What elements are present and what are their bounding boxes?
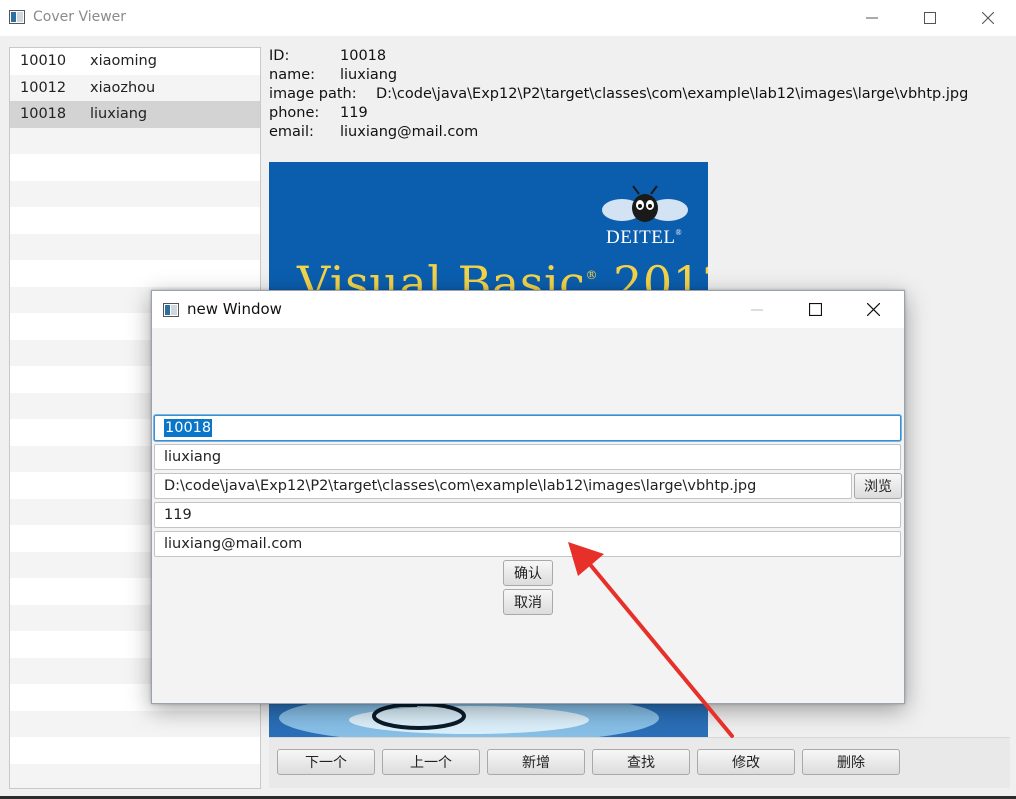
dialog-maximize-button[interactable] xyxy=(786,291,844,328)
list-item-name: liuxiang xyxy=(90,106,148,122)
list-item-id: 10010 xyxy=(20,53,67,69)
list-item-name: xiaoming xyxy=(90,53,157,69)
browse-button[interactable]: 浏览 xyxy=(854,473,902,499)
action-toolbar: 下一个 上一个 新增 查找 修改 删除 xyxy=(269,737,1010,788)
minimize-button[interactable] xyxy=(843,0,901,36)
minimize-icon xyxy=(751,309,763,310)
close-button[interactable] xyxy=(959,0,1016,36)
email-input[interactable]: liuxiang@mail.com xyxy=(154,531,901,557)
list-empty-row xyxy=(10,763,260,788)
detail-phone-value: 119 xyxy=(340,105,368,121)
list-item-id: 10012 xyxy=(20,79,67,96)
phone-input[interactable]: 119 xyxy=(154,502,901,528)
image-path-input[interactable]: D:\code\java\Exp12\P2\target\classes\com… xyxy=(154,473,852,499)
dialog-app-icon xyxy=(163,303,179,317)
list-empty-row xyxy=(10,737,260,764)
minimize-icon xyxy=(866,17,878,19)
detail-name-label: name: xyxy=(269,67,316,83)
detail-path: image path: D:\code\java\Exp12\P2\target… xyxy=(269,85,1009,104)
list-item[interactable]: 10010 xiaoming xyxy=(10,48,260,75)
close-icon xyxy=(866,303,880,316)
list-item[interactable]: 10012 xiaozhou xyxy=(10,74,260,101)
list-empty-row xyxy=(10,127,260,154)
next-button[interactable]: 下一个 xyxy=(277,749,375,775)
add-button[interactable]: 新增 xyxy=(487,749,585,775)
detail-phone: phone: 119 xyxy=(269,104,569,123)
list-item-id: 10018 xyxy=(20,106,67,122)
edit-button[interactable]: 修改 xyxy=(697,749,795,775)
dialog-close-button[interactable] xyxy=(844,291,902,328)
detail-id-label: ID: xyxy=(269,48,290,64)
list-empty-row xyxy=(10,710,260,737)
list-item-name: xiaozhou xyxy=(90,79,156,96)
detail-phone-label: phone: xyxy=(269,105,320,121)
list-empty-row xyxy=(10,260,260,287)
id-input[interactable]: 10018 xyxy=(154,415,901,441)
window-title: Cover Viewer xyxy=(33,9,127,25)
confirm-button[interactable]: 确认 xyxy=(503,560,553,586)
annotation-arrow xyxy=(568,542,734,738)
list-empty-row xyxy=(10,180,260,207)
id-input-value: 10018 xyxy=(164,419,213,437)
edit-dialog: new Window 10018 liuxiang D:\code\java\E… xyxy=(151,290,905,704)
publisher-text: DEITEL® xyxy=(606,227,683,248)
detail-email-value: liuxiang@mail.com xyxy=(340,124,479,140)
detail-name-value: liuxiang xyxy=(340,67,398,83)
name-input[interactable]: liuxiang xyxy=(154,444,901,470)
dialog-title: new Window xyxy=(187,300,282,318)
list-empty-row xyxy=(10,233,260,260)
detail-path-value: D:\code\java\Exp12\P2\target\classes\com… xyxy=(376,86,969,102)
maximize-button[interactable] xyxy=(901,0,959,36)
detail-email: email: liuxiang@mail.com xyxy=(269,123,569,142)
dialog-minimize-button[interactable] xyxy=(728,291,786,328)
maximize-icon xyxy=(924,12,936,24)
find-button[interactable]: 查找 xyxy=(592,749,690,775)
maximize-icon xyxy=(808,303,822,316)
close-icon xyxy=(982,12,994,24)
deitel-bug-logo xyxy=(602,185,688,222)
delete-button[interactable]: 删除 xyxy=(802,749,900,775)
list-empty-row xyxy=(10,207,260,234)
detail-id-value: 10018 xyxy=(340,48,387,64)
list-item-selected[interactable]: 10018 liuxiang xyxy=(10,101,260,128)
detail-path-label: image path: xyxy=(269,86,357,102)
list-empty-row xyxy=(10,154,260,181)
detail-email-label: email: xyxy=(269,124,314,140)
detail-name: name: liuxiang xyxy=(269,66,569,85)
cancel-button[interactable]: 取消 xyxy=(503,589,553,615)
detail-id: ID: 10018 xyxy=(269,47,569,66)
app-icon xyxy=(9,10,25,24)
prev-button[interactable]: 上一个 xyxy=(382,749,480,775)
